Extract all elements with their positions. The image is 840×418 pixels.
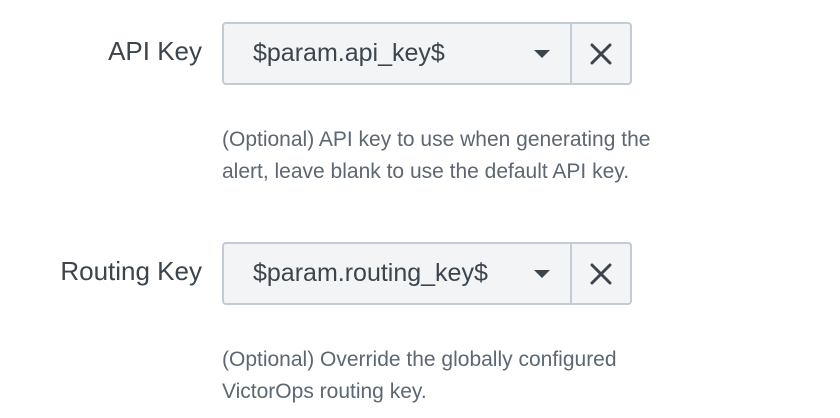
routing-key-help-text: (Optional) Override the globally configu… bbox=[222, 348, 617, 403]
close-icon bbox=[590, 263, 612, 284]
caret-down-icon bbox=[534, 269, 550, 278]
api-key-select-value: $param.api_key$ bbox=[253, 39, 445, 67]
routing-key-label: Routing Key bbox=[60, 256, 202, 286]
api-key-select[interactable]: $param.api_key$ bbox=[224, 24, 570, 83]
routing-key-control: $param.routing_key$ bbox=[222, 242, 632, 305]
routing-key-clear-button[interactable] bbox=[570, 244, 630, 303]
alert-action-form: API Key $param.api_key$ (Optional) API k… bbox=[0, 0, 840, 418]
api-key-clear-button[interactable] bbox=[570, 24, 630, 83]
routing-key-select-value: $param.routing_key$ bbox=[253, 259, 488, 287]
caret-down-icon bbox=[534, 49, 550, 58]
api-key-control: $param.api_key$ bbox=[222, 22, 632, 85]
close-icon bbox=[590, 43, 612, 64]
api-key-help-text: (Optional) API key to use when generatin… bbox=[222, 128, 651, 183]
api-key-label: API Key bbox=[108, 36, 202, 66]
routing-key-select[interactable]: $param.routing_key$ bbox=[224, 244, 570, 303]
